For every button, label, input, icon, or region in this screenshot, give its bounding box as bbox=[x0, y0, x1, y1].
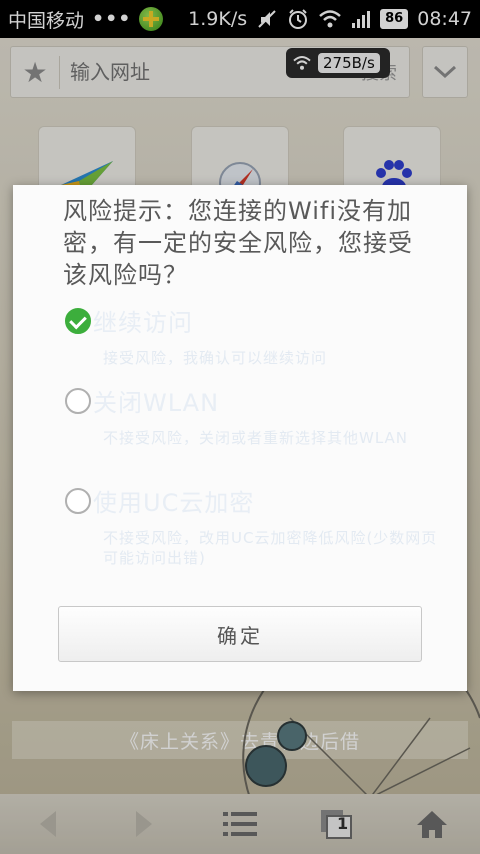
option-close-wlan[interactable]: 关闭WLAN 不接受风险，关闭或者重新选择其他WLAN bbox=[65, 383, 445, 448]
dialog-title: 风险提示：您连接的Wifi没有加密，有一定的安全风险，您接受该风险吗？ bbox=[63, 197, 413, 289]
option-desc: 接受风险，我确认可以继续访问 bbox=[103, 349, 328, 367]
option-desc: 不接受风险，改用UC云加密降低风险(少数网页可能访问出错) bbox=[103, 529, 438, 567]
radio-checked-icon[interactable] bbox=[65, 307, 91, 334]
option-label[interactable]: 关闭WLAN bbox=[93, 383, 219, 418]
option-uc-encrypt[interactable]: 使用UC云加密 不接受风险，改用UC云加密降低风险(少数网页可能访问出错) bbox=[65, 483, 445, 568]
option-continue[interactable]: 继续访问 接受风险，我确认可以继续访问 bbox=[65, 303, 445, 368]
option-desc: 不接受风险，关闭或者重新选择其他WLAN bbox=[103, 429, 409, 447]
radio-unchecked-icon[interactable] bbox=[65, 487, 91, 514]
confirm-button[interactable]: 确定 bbox=[58, 606, 422, 662]
option-label[interactable]: 继续访问 bbox=[93, 303, 193, 338]
radio-unchecked-icon[interactable] bbox=[65, 387, 91, 414]
wifi-risk-dialog: 风险提示：您连接的Wifi没有加密，有一定的安全风险，您接受该风险吗？ 继续访问… bbox=[13, 185, 467, 691]
option-label[interactable]: 使用UC云加密 bbox=[93, 483, 254, 518]
